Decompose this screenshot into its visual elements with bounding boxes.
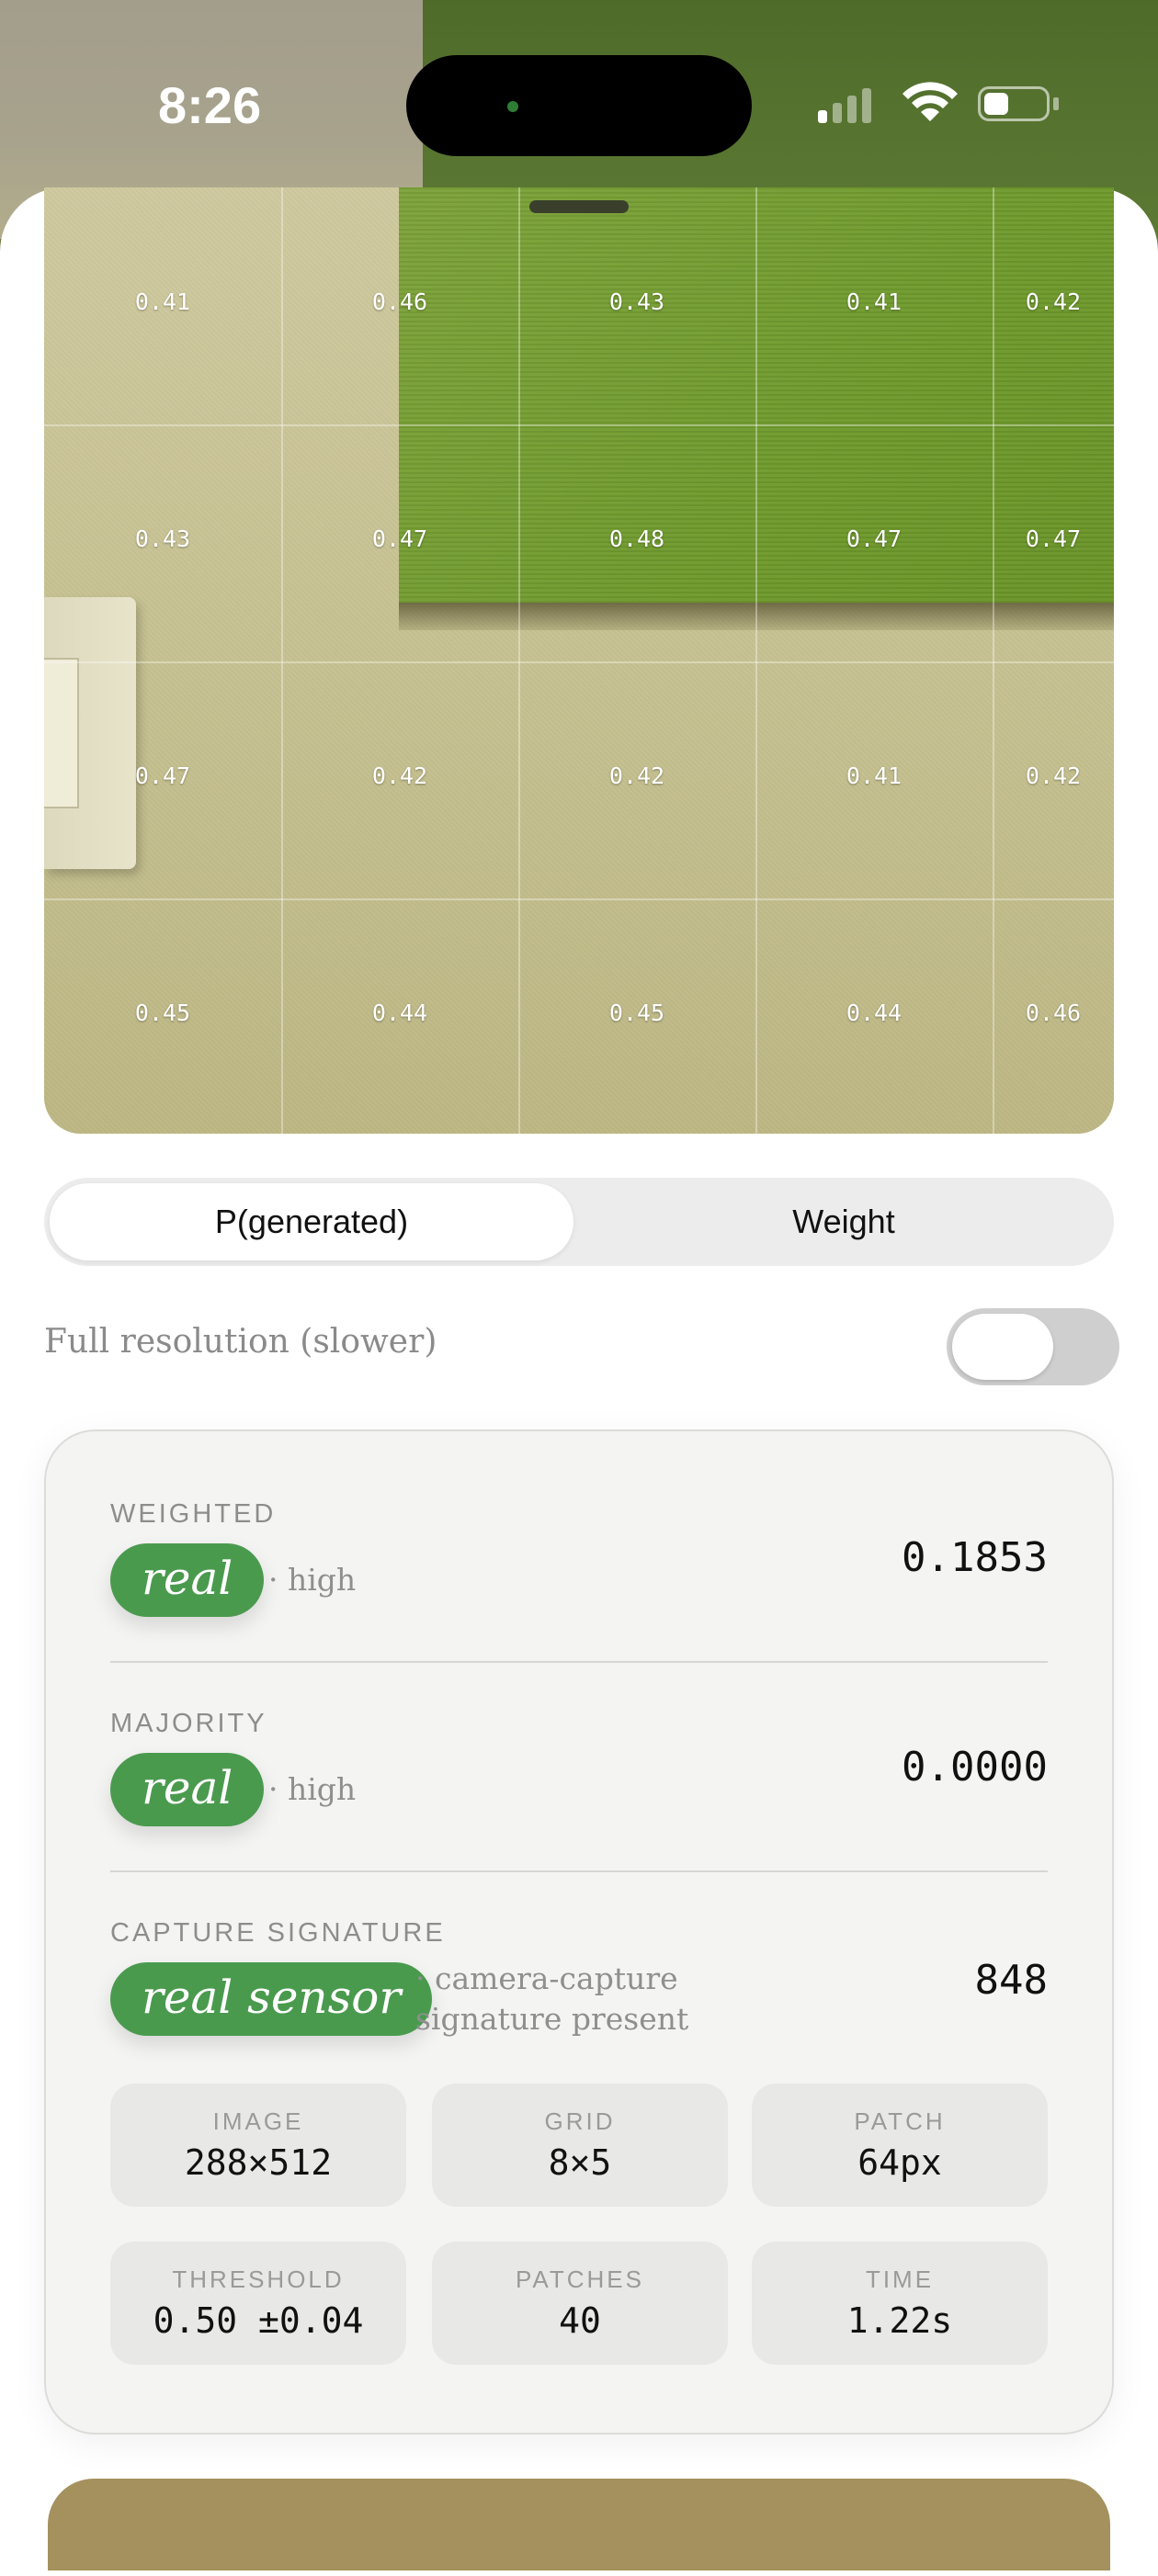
- majority-score: 0.0000: [902, 1744, 1048, 1791]
- view-mode-segmented-control: P(generated) Weight: [44, 1178, 1114, 1266]
- toggle-knob: [952, 1314, 1053, 1380]
- segment-weight[interactable]: Weight: [579, 1183, 1108, 1260]
- grid-line-vertical: [518, 187, 520, 1134]
- stat-time: TIME 1.22s: [752, 2242, 1048, 2365]
- heatmap-cell-value: 0.45: [608, 1000, 665, 1026]
- status-time: 8:26: [158, 76, 262, 134]
- wifi-icon: [903, 82, 958, 121]
- grid-line-horizontal: [44, 424, 1114, 426]
- stat-grid: GRID 8×5: [432, 2084, 728, 2207]
- stat-value: 1.22s: [846, 2300, 953, 2341]
- full-resolution-toggle[interactable]: [947, 1308, 1119, 1385]
- grid-line-vertical: [993, 187, 994, 1134]
- stat-value: 64px: [857, 2142, 942, 2183]
- cellular-signal-icon: [818, 81, 875, 123]
- heatmap-cell-value: 0.44: [371, 1000, 428, 1026]
- heatmap-cell-value: 0.46: [1025, 1000, 1082, 1026]
- stat-label: IMAGE: [212, 2107, 304, 2135]
- camera-indicator-icon: [507, 101, 518, 112]
- segment-p-generated[interactable]: P(generated): [50, 1183, 573, 1260]
- stat-value: 288×512: [184, 2142, 333, 2183]
- divider: [110, 1870, 1048, 1872]
- heatmap-cell-value: 0.41: [846, 288, 903, 315]
- heatmap-cell-value: 0.42: [371, 763, 428, 789]
- heatmap-cell-value: 0.47: [134, 763, 191, 789]
- majority-verdict-badge: real: [110, 1753, 265, 1826]
- divider: [110, 1661, 1048, 1663]
- weighted-label: WEIGHTED: [110, 1499, 277, 1529]
- stat-value: 8×5: [548, 2142, 612, 2183]
- heatmap-cell-value: 0.47: [371, 525, 428, 552]
- weighted-score: 0.1853: [902, 1534, 1048, 1581]
- stat-patches: PATCHES 40: [432, 2242, 728, 2365]
- capture-signature-label: CAPTURE SIGNATURE: [110, 1918, 446, 1948]
- heatmap-cell-value: 0.41: [846, 763, 903, 789]
- grid-line-vertical: [755, 187, 757, 1134]
- weighted-confidence: · high: [268, 1562, 357, 1598]
- results-card: WEIGHTED real · high 0.1853 MAJORITY rea…: [44, 1429, 1114, 2435]
- battery-cap: [1053, 97, 1059, 110]
- majority-label: MAJORITY: [110, 1709, 267, 1738]
- stat-value: 0.50 ±0.04: [153, 2300, 364, 2341]
- stat-label: PATCH: [854, 2107, 946, 2135]
- capture-note-line1: · camera-capture: [415, 1960, 678, 1996]
- stat-label: THRESHOLD: [172, 2265, 345, 2293]
- heatmap-cell-value: 0.47: [1025, 525, 1082, 552]
- full-resolution-label: Full resolution (slower): [44, 1323, 437, 1361]
- heatmap-cell-value: 0.47: [846, 525, 903, 552]
- dynamic-island: [406, 55, 752, 156]
- sheet-grabber[interactable]: [529, 200, 629, 213]
- stat-label: GRID: [544, 2107, 616, 2135]
- majority-confidence: · high: [268, 1771, 357, 1807]
- grid-line-horizontal: [44, 898, 1114, 900]
- battery-icon: [978, 86, 1050, 121]
- grid-line-horizontal: [44, 661, 1114, 663]
- analyzed-image: 0.41 0.46 0.43 0.41 0.42 0.43 0.47 0.48 0.47 0.47…: [44, 187, 1114, 1134]
- heatmap-cell-value: 0.44: [846, 1000, 903, 1026]
- grid-line-vertical: [281, 187, 283, 1134]
- stat-image: IMAGE 288×512: [110, 2084, 406, 2207]
- heatmap-cell-value: 0.42: [608, 763, 665, 789]
- stat-threshold: THRESHOLD 0.50 ±0.04: [110, 2242, 406, 2365]
- heatmap-cell-value: 0.43: [608, 288, 665, 315]
- weighted-verdict-badge: real: [110, 1543, 265, 1617]
- stat-patch: PATCH 64px: [752, 2084, 1048, 2207]
- capture-note-line2: signature present: [415, 2001, 689, 2037]
- heatmap-cell-value: 0.45: [134, 1000, 191, 1026]
- capture-verdict-badge: real sensor: [110, 1962, 433, 2036]
- heatmap-cell-value: 0.43: [134, 525, 191, 552]
- heatmap-cell-value: 0.42: [1025, 763, 1082, 789]
- heatmap-cell-value: 0.48: [608, 525, 665, 552]
- capture-note: · camera-capture signature present: [415, 1959, 688, 2039]
- stat-label: PATCHES: [516, 2265, 644, 2293]
- heatmap-cell-value: 0.42: [1025, 288, 1082, 315]
- capture-score: 848: [974, 1957, 1048, 2004]
- heatmap-cell-value: 0.41: [134, 288, 191, 315]
- next-card-peek[interactable]: [48, 2479, 1110, 2570]
- heatmap-cell-value: 0.46: [371, 288, 428, 315]
- stat-value: 40: [559, 2300, 601, 2341]
- stat-label: TIME: [865, 2265, 935, 2293]
- heatmap-grid: 0.41 0.46 0.43 0.41 0.42 0.43 0.47 0.48 0.47 0.47…: [44, 187, 1114, 1134]
